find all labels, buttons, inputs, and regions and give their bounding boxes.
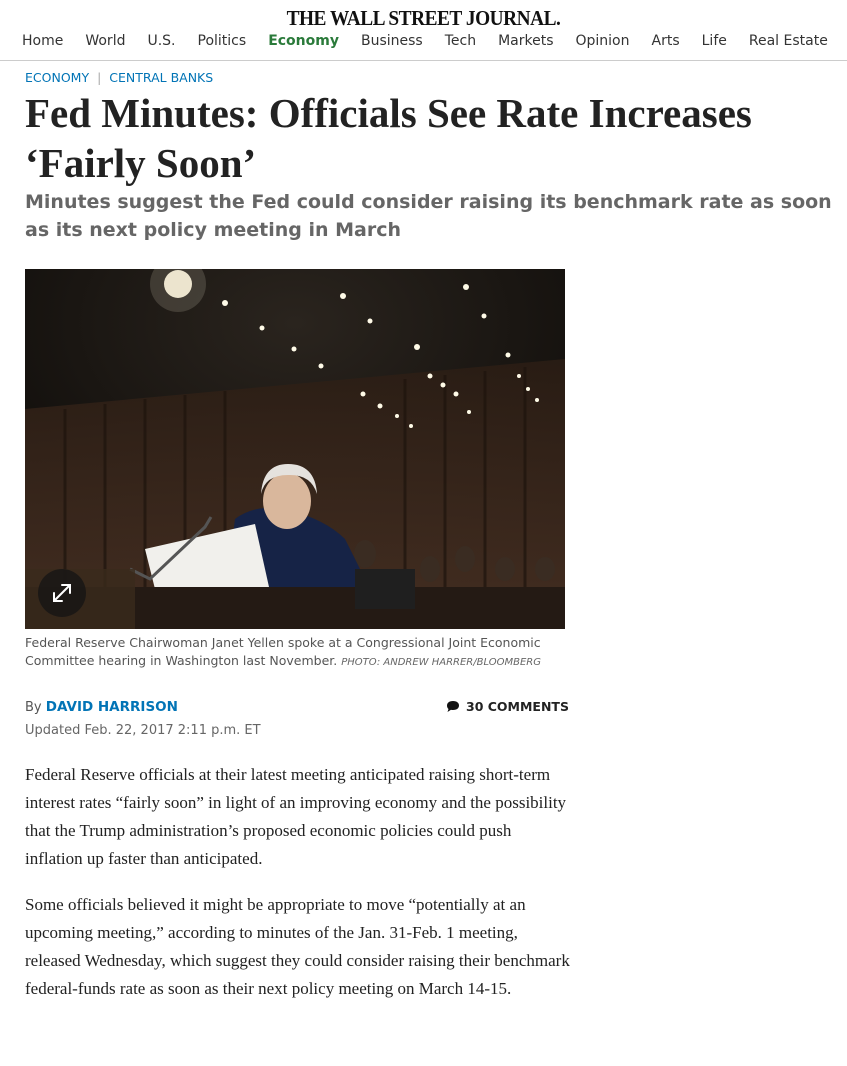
nav-item-real-estate[interactable]: Real Estate xyxy=(749,33,828,53)
article-photo[interactable] xyxy=(25,269,565,629)
byline-prefix: By xyxy=(25,700,42,715)
expand-icon xyxy=(53,584,71,602)
nav-item-life[interactable]: Life xyxy=(702,33,727,53)
kicker-section-link[interactable]: ECONOMY xyxy=(25,70,89,85)
article-paragraph: Federal Reserve officials at their lates… xyxy=(25,765,567,868)
nav-item-politics[interactable]: Politics xyxy=(198,33,247,53)
photo-credit: PHOTO: ANDREW HARRER/BLOOMBERG xyxy=(341,657,541,668)
author-link[interactable]: DAVID HARRISON xyxy=(46,699,178,715)
nav-divider xyxy=(0,60,847,61)
nav-item-opinion[interactable]: Opinion xyxy=(576,33,630,53)
nav-item-us[interactable]: U.S. xyxy=(147,33,175,53)
breadcrumb: ECONOMY | CENTRAL BANKS xyxy=(25,70,213,85)
photo-illustration xyxy=(25,269,565,629)
nav-item-home[interactable]: Home xyxy=(22,33,63,53)
article-headline: Fed Minutes: Officials See Rate Increase… xyxy=(25,90,752,186)
comment-bubble-icon xyxy=(447,701,459,712)
nav-item-arts[interactable]: Arts xyxy=(652,33,680,53)
nav-item-tech[interactable]: Tech xyxy=(445,33,476,53)
byline: By DAVID HARRISON xyxy=(25,699,178,715)
comments-count[interactable]: 30 COMMENTS xyxy=(466,699,569,714)
nav-item-economy[interactable]: Economy xyxy=(268,33,339,53)
nav-item-markets[interactable]: Markets xyxy=(498,33,553,53)
section-nav: Home World U.S. Politics Economy Busines… xyxy=(22,33,847,53)
nav-item-world[interactable]: World xyxy=(85,33,125,53)
nav-item-business[interactable]: Business xyxy=(361,33,423,53)
updated-timestamp: Updated Feb. 22, 2017 2:11 p.m. ET xyxy=(25,723,261,738)
article-paragraph: Some officials believed it might be appr… xyxy=(25,895,570,998)
article-dek: Minutes suggest the Fed could consider r… xyxy=(25,191,832,241)
expand-photo-button[interactable] xyxy=(38,569,86,617)
article-body: Federal Reserve officials at their lates… xyxy=(25,761,570,1021)
kicker-separator: | xyxy=(97,70,102,85)
comments-link[interactable]: 30 COMMENTS xyxy=(446,699,569,714)
wsj-logo[interactable]: THE WALL STREET JOURNAL. xyxy=(34,6,813,31)
kicker-subsection-link[interactable]: CENTRAL BANKS xyxy=(109,70,213,85)
photo-caption: Federal Reserve Chairwoman Janet Yellen … xyxy=(25,634,570,672)
